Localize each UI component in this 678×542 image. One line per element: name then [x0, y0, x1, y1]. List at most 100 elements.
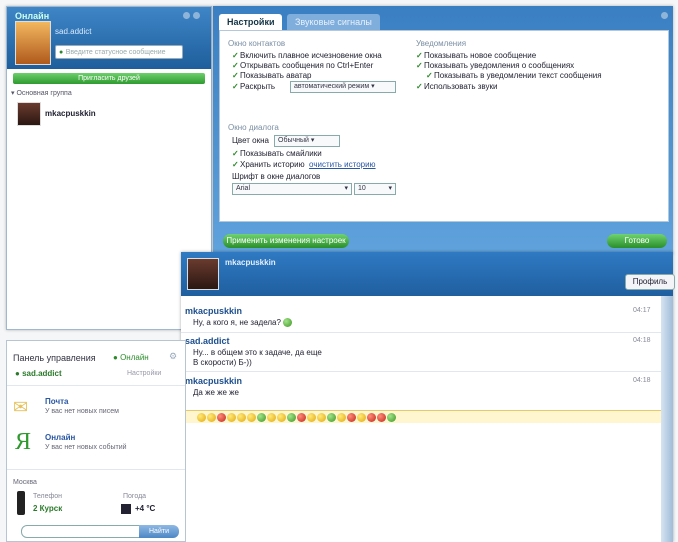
smiley-icon [367, 413, 376, 423]
phone-value[interactable]: 2 Курск [33, 504, 62, 513]
city-label: Москва [13, 479, 37, 486]
smiley-icon [207, 413, 216, 423]
weather-label: Погода [123, 493, 147, 500]
profile-button[interactable]: Профиль [625, 274, 675, 290]
settings-gear-icon[interactable]: ⚙ [169, 351, 177, 362]
option-show-new-message[interactable]: ✓Показывать новое сообщение [416, 51, 536, 60]
status-online-icon: ● [59, 49, 64, 56]
chat-window: mkacpuskkin Профиль mkacpuskkin 04:17 Ну… [181, 252, 675, 542]
window-title: Онлайн [15, 11, 50, 21]
phone-icon [17, 491, 25, 515]
message-divider [181, 332, 661, 333]
chat-header: mkacpuskkin Профиль [181, 252, 675, 296]
message-text: Ну... в общем это к задаче, да еще [193, 348, 322, 357]
chat-scrollbar[interactable] [661, 296, 673, 542]
smiley-icon [327, 413, 336, 423]
user-avatar[interactable] [15, 21, 51, 65]
section-notifications: Уведомления [416, 39, 467, 48]
option-expand[interactable]: ✓Раскрыть [232, 82, 275, 91]
message-time: 04:17 [633, 307, 651, 314]
service-name: Почта [45, 397, 69, 406]
check-icon: ✓ [416, 51, 423, 60]
smiley-icon [267, 413, 276, 423]
chat-contact-avatar[interactable] [187, 258, 219, 290]
settings-panel: Окно контактов ✓Включить плавное исчезно… [219, 30, 669, 222]
emoticon-list[interactable] [197, 412, 397, 423]
status-message-input[interactable]: ● Введите статусное сообщение [55, 45, 183, 59]
yandex-service-item[interactable]: Я Онлайн У вас нет новых событий [13, 429, 181, 461]
smiley-icon [287, 413, 296, 423]
message-text: В скорости) Б-)) [193, 358, 252, 367]
contact-window-header: Онлайн sad.addict ● Введите статусное со… [7, 7, 211, 69]
service-desc: У вас нет новых писем [45, 408, 119, 415]
check-icon: ✓ [232, 160, 239, 169]
message-divider [181, 371, 661, 372]
smiley-icon [257, 413, 266, 423]
smiley-icon [227, 413, 236, 423]
tab-sounds[interactable]: Звуковые сигналы [287, 14, 380, 30]
service-name: Онлайн [45, 433, 76, 442]
close-icon[interactable] [193, 12, 200, 19]
option-history[interactable]: ✓Хранить историю очистить историю [232, 160, 376, 169]
smiley-icon [377, 413, 386, 423]
temperature-value[interactable]: +4 °C [135, 504, 155, 513]
message-text: Ну, а кого я, не задела? [193, 318, 293, 328]
check-icon: ✓ [232, 71, 239, 80]
contact-avatar [17, 102, 41, 126]
group-header[interactable]: ▾ Основная группа [11, 89, 72, 97]
weather-icon [121, 504, 131, 514]
font-select[interactable]: Arial ▾ [232, 183, 352, 195]
message-history: mkacpuskkin 04:17 Ну, а кого я, не задел… [181, 296, 661, 410]
section-dialog-window: Окно диалога [228, 123, 279, 132]
tab-settings[interactable]: Настройки [219, 14, 283, 30]
option-notification-text[interactable]: ✓Показывать в уведомлении текст сообщени… [426, 71, 602, 80]
message-author: mkacpuskkin [185, 376, 243, 386]
check-icon: ✓ [232, 82, 239, 91]
check-icon: ✓ [232, 51, 239, 60]
panel-title: Панель управления [13, 353, 96, 363]
smiley-icon [387, 413, 396, 423]
smiley-icon [197, 413, 206, 423]
message-author: mkacpuskkin [185, 306, 243, 316]
settings-link[interactable]: Настройки [127, 370, 161, 377]
option-show-notifications[interactable]: ✓Показывать уведомления о сообщениях [416, 61, 574, 70]
font-size-select[interactable]: 10 ▾ [354, 183, 396, 195]
yandex-logo-icon: Я [15, 429, 32, 455]
invite-friends-button[interactable]: Пригласить друзей [13, 73, 205, 84]
search-button[interactable]: Найти [139, 525, 179, 538]
service-desc: У вас нет новых событий [45, 444, 127, 451]
option-ctrl-enter[interactable]: ✓Открывать сообщения по Ctrl+Enter [232, 61, 373, 70]
emoticon-bar [181, 410, 661, 424]
smiley-icon [217, 413, 226, 423]
message-author: sad.addict [185, 336, 230, 346]
done-button[interactable]: Готово [607, 234, 667, 248]
smiley-icon [347, 413, 356, 423]
chat-title: mkacpuskkin [225, 258, 276, 267]
message-time: 04:18 [633, 377, 651, 384]
minimize-icon[interactable] [183, 12, 190, 19]
status-selector[interactable]: ● Онлайн [113, 353, 149, 362]
smiley-icon [307, 413, 316, 423]
mail-envelope-icon: ✉ [13, 397, 29, 417]
message-time: 04:18 [633, 337, 651, 344]
option-avatar[interactable]: ✓Показывать аватар [232, 71, 312, 80]
close-icon[interactable] [661, 12, 668, 19]
message-input[interactable] [181, 423, 661, 542]
mail-service-item[interactable]: ✉ Почта У вас нет новых писем [13, 395, 181, 423]
contact-item[interactable]: mkacpuskkin [17, 102, 207, 126]
smiley-icon [247, 413, 256, 423]
search-input[interactable] [21, 525, 149, 538]
check-icon: ✓ [426, 71, 433, 80]
phone-label: Телефон [33, 493, 63, 500]
option-sounds[interactable]: ✓Использовать звуки [416, 82, 497, 91]
clear-history-link[interactable]: очистить историю [309, 160, 376, 169]
panel-user-name[interactable]: ● sad.addict [15, 369, 62, 378]
check-icon: ✓ [232, 61, 239, 70]
option-fade[interactable]: ✓Включить плавное исчезновение окна [232, 51, 382, 60]
option-smileys[interactable]: ✓Показывать смайлики [232, 149, 322, 158]
apply-settings-button[interactable]: Применить изменения настроек [223, 234, 349, 248]
window-color-select[interactable]: Обычный ▾ [274, 135, 340, 147]
contact-name: mkacpuskkin [45, 109, 96, 118]
smiley-icon [357, 413, 366, 423]
expand-mode-select[interactable]: автоматический режим ▾ [290, 81, 396, 93]
